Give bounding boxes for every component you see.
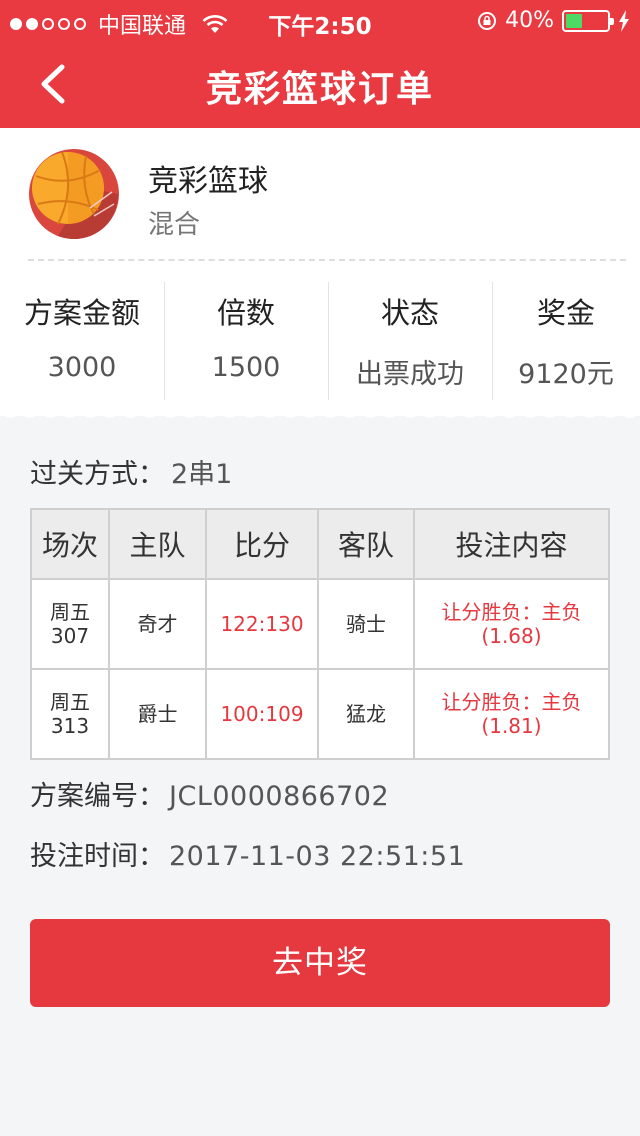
final-score: 100:109 <box>205 668 319 760</box>
stat-multiplier: 倍数 1500 <box>164 280 328 400</box>
pass-method-label: 过关方式： <box>30 459 165 490</box>
col-header-score: 比分 <box>205 508 319 580</box>
table-row: 周五 313 爵士 100:109 猛龙 让分胜负：主负 (1.81) <box>30 668 610 760</box>
table-header-row: 场次 主队 比分 客队 投注内容 <box>30 508 610 580</box>
stat-value: 3000 <box>47 352 117 383</box>
stat-label: 奖金 <box>536 296 595 330</box>
charging-bolt-icon <box>619 9 629 32</box>
ticket-scallop-edge <box>0 404 640 418</box>
col-header-away: 客队 <box>317 508 415 580</box>
table-row: 周五 307 奇才 122:130 骑士 让分胜负：主负 (1.68) <box>30 578 610 670</box>
stat-plan-amount: 方案金额 3000 <box>0 280 164 400</box>
stat-label: 倍数 <box>216 296 275 330</box>
rotation-lock-icon <box>478 11 497 30</box>
away-team: 骑士 <box>317 578 415 670</box>
battery-icon <box>562 9 614 32</box>
home-team: 爵士 <box>108 668 207 760</box>
bet-type: 让分胜负：主负 <box>441 690 582 714</box>
bet-time-label: 投注时间： <box>30 841 165 872</box>
dashed-divider <box>28 259 626 261</box>
stat-prize: 奖金 9120元 <box>492 280 640 400</box>
plan-number-label: 方案编号： <box>30 781 165 812</box>
home-team: 奇才 <box>108 578 207 670</box>
match-day: 周五 <box>50 690 90 714</box>
match-day: 周五 <box>50 600 90 624</box>
away-team: 猛龙 <box>317 668 415 760</box>
lottery-play-type: 混合 <box>148 210 201 240</box>
bet-time-value: 2017-11-03 22:51:51 <box>169 841 466 872</box>
stat-label: 方案金额 <box>23 296 140 330</box>
navigation-bar: 竞彩篮球订单 <box>0 40 640 128</box>
plan-number: 方案编号： JCL0000866702 <box>30 774 389 813</box>
col-header-home: 主队 <box>108 508 207 580</box>
bet-odds: (1.81) <box>481 714 542 738</box>
status-bar: 中国联通 下午2:50 40% <box>0 0 640 40</box>
battery-level <box>566 13 582 28</box>
bet-content: 让分胜负：主负 (1.81) <box>413 668 610 760</box>
stat-value: 1500 <box>211 352 281 383</box>
stat-status: 状态 出票成功 <box>328 280 492 400</box>
battery-percent: 40% <box>505 8 554 33</box>
status-bar-right: 40% <box>477 8 630 33</box>
order-summary-card: 竞彩篮球 混合 方案金额 3000 倍数 1500 状态 出票成功 奖金 912… <box>0 128 640 416</box>
match-number: 307 <box>50 624 90 648</box>
bet-odds: (1.68) <box>481 624 542 648</box>
pass-method: 过关方式： 2串1 <box>30 452 232 491</box>
page-title: 竞彩篮球订单 <box>205 69 434 110</box>
bet-time: 投注时间： 2017-11-03 22:51:51 <box>30 834 465 873</box>
plan-number-value: JCL0000866702 <box>169 781 390 812</box>
prize-amount: 9120元 <box>518 359 614 390</box>
bet-content: 让分胜负：主负 (1.68) <box>413 578 610 670</box>
go-win-button[interactable]: 去中奖 <box>30 919 610 1007</box>
final-score: 122:130 <box>205 578 319 670</box>
match-number: 313 <box>50 714 90 738</box>
stat-value: 出票成功 <box>356 359 464 390</box>
basketball-icon <box>29 149 119 240</box>
match-cell: 周五 307 <box>30 578 110 670</box>
bet-table: 场次 主队 比分 客队 投注内容 周五 307 奇才 122:130 骑士 让分胜… <box>30 508 610 760</box>
bet-type: 让分胜负：主负 <box>441 600 582 624</box>
col-header-bet: 投注内容 <box>413 508 610 580</box>
stat-label: 状态 <box>380 296 439 330</box>
top-bar: 中国联通 下午2:50 40% 竞彩篮球订单 <box>0 0 640 128</box>
pass-method-value: 2串1 <box>171 459 233 490</box>
match-cell: 周五 313 <box>30 668 110 760</box>
order-stats: 方案金额 3000 倍数 1500 状态 出票成功 奖金 9120元 <box>0 280 640 400</box>
col-header-match: 场次 <box>30 508 110 580</box>
lottery-name: 竞彩篮球 <box>148 164 268 199</box>
